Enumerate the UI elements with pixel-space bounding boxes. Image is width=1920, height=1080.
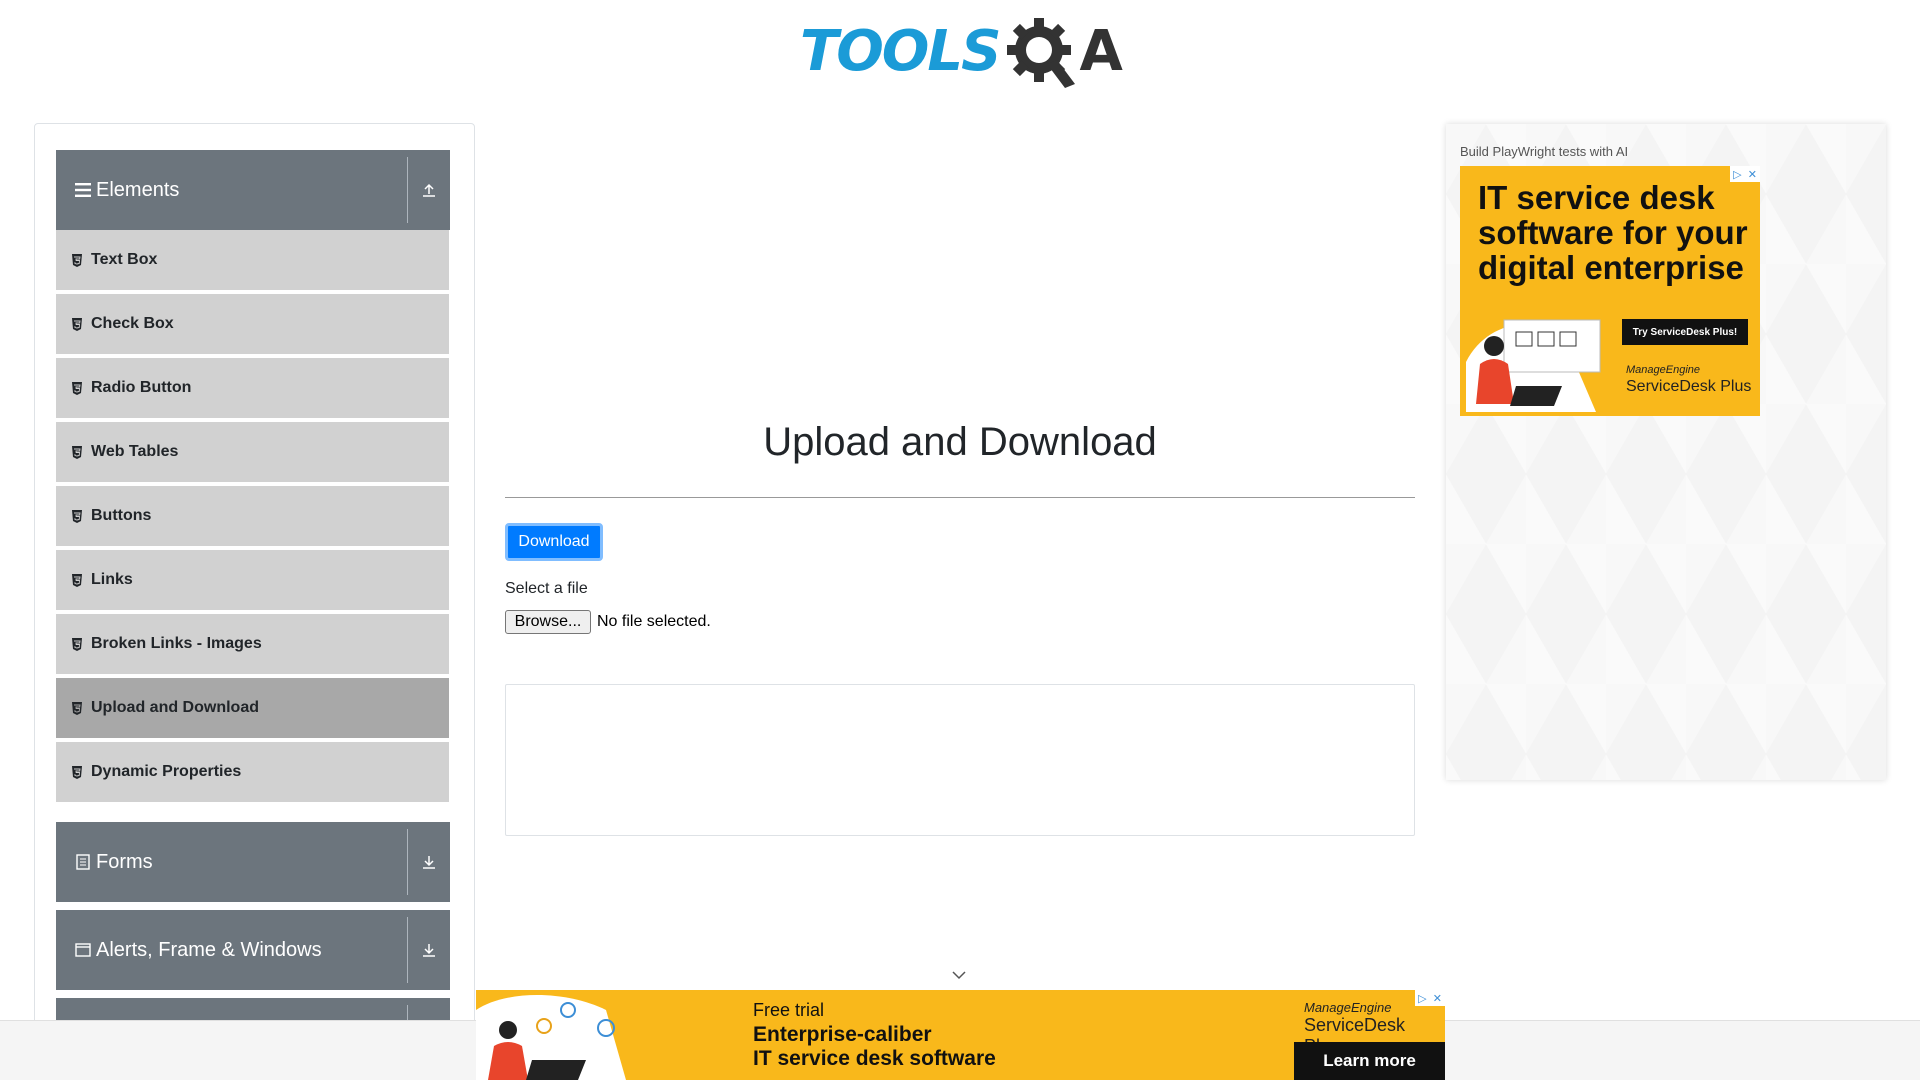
menu-item-label: Radio Button	[91, 379, 192, 396]
file-status-text: No file selected.	[597, 613, 711, 630]
ad-headline: IT service desk software for your digita…	[1478, 179, 1748, 286]
menu-item-label: Broken Links - Images	[91, 635, 262, 652]
logo-text-tools: TOOLS	[800, 19, 1001, 84]
menu-item-upload-download[interactable]: Upload and Download	[56, 678, 449, 740]
uploaded-path-box	[505, 684, 1415, 836]
html-icon	[71, 253, 85, 267]
close-icon[interactable]: ✕	[1748, 168, 1757, 181]
group-forms[interactable]: Forms	[56, 822, 450, 902]
html-icon	[71, 573, 85, 587]
group-elements-label: Elements	[96, 178, 180, 201]
browse-button[interactable]: Browse...	[505, 610, 591, 634]
chevron-down-icon[interactable]	[951, 968, 967, 986]
group-elements[interactable]: Elements	[56, 150, 450, 230]
expand-down-icon[interactable]	[408, 942, 450, 958]
ad-close-controls[interactable]: ▷ ✕	[1415, 990, 1445, 1006]
page-title: Upload and Download	[763, 420, 1157, 464]
page: TOOLS A Elements Text Box Check Box Radi…	[0, 0, 1920, 1080]
toolsqa-logo[interactable]: TOOLS A	[800, 14, 1123, 90]
ad-line-1: Enterprise-caliber	[753, 1023, 932, 1046]
menu-item-label: Upload and Download	[91, 699, 259, 716]
ad-close-controls[interactable]: ▷ ✕	[1730, 166, 1760, 182]
ad-caption[interactable]: Build PlayWright tests with AI	[1460, 144, 1628, 159]
html-icon	[71, 317, 85, 331]
ad-line-2: IT service desk software	[753, 1047, 996, 1070]
html-icon	[71, 637, 85, 651]
ad-illustration-person-laptop-icon	[476, 995, 626, 1080]
logo-gear-q: A	[1003, 14, 1123, 90]
ad-bottom-banner[interactable]: Free trial Enterprise-caliber IT service…	[476, 990, 1445, 1080]
html-icon	[71, 701, 85, 715]
close-icon[interactable]: ✕	[1433, 992, 1442, 1005]
html-icon	[71, 765, 85, 779]
header: TOOLS A	[0, 0, 1920, 100]
ad-free-trial: Free trial	[753, 1000, 825, 1020]
learn-more-button[interactable]: Learn more	[1294, 1042, 1445, 1080]
menu-item-label: Dynamic Properties	[91, 763, 242, 780]
menu-item-web-tables[interactable]: Web Tables	[56, 422, 449, 484]
logo-text-a: A	[1079, 19, 1123, 84]
ad-brand-small: ManageEngine	[1626, 364, 1701, 376]
group-alerts-label: Alerts, Frame & Windows	[96, 938, 322, 961]
gear-icon	[1007, 18, 1076, 88]
file-upload-field[interactable]: Browse... No file selected.	[505, 610, 711, 634]
title-divider	[505, 497, 1415, 498]
menu-item-label: Links	[91, 571, 133, 588]
window-icon	[74, 943, 92, 957]
select-file-label: Select a file	[505, 580, 588, 597]
menu-item-dynamic-properties[interactable]: Dynamic Properties	[56, 742, 449, 804]
ad-cta-button[interactable]: Try ServiceDesk Plus!	[1622, 319, 1748, 345]
menu-item-radio-button[interactable]: Radio Button	[56, 358, 449, 420]
ad-banner[interactable]: IT service desk software for your digita…	[1460, 166, 1760, 416]
download-button[interactable]: Download	[505, 523, 603, 561]
expand-down-icon[interactable]	[408, 854, 450, 870]
ad-illustration-person-laptop-icon	[1466, 319, 1601, 412]
menu-item-label: Buttons	[91, 507, 152, 524]
html-icon	[71, 445, 85, 459]
ad-choices-icon[interactable]: ▷	[1733, 168, 1741, 181]
html-icon	[71, 509, 85, 523]
collapse-up-icon[interactable]	[408, 182, 450, 198]
ad-choices-icon[interactable]: ▷	[1418, 992, 1426, 1005]
ad-brand-large: ServiceDesk Plus	[1626, 378, 1752, 395]
menu-item-label: Web Tables	[91, 443, 179, 460]
menu-item-text-box[interactable]: Text Box	[56, 230, 449, 292]
menu-item-broken-links[interactable]: Broken Links - Images	[56, 614, 449, 676]
ad-brand-small: ManageEngine	[1304, 1000, 1392, 1015]
menu-item-buttons[interactable]: Buttons	[56, 486, 449, 548]
menu-item-links[interactable]: Links	[56, 550, 449, 612]
menu-item-check-box[interactable]: Check Box	[56, 294, 449, 356]
html-icon	[71, 381, 85, 395]
form-icon	[74, 854, 92, 870]
menu-item-label: Text Box	[91, 251, 158, 268]
group-alerts[interactable]: Alerts, Frame & Windows	[56, 910, 450, 990]
sidebar: Elements Text Box Check Box Radio Button…	[34, 123, 475, 1080]
group-forms-label: Forms	[96, 850, 153, 873]
menu-item-label: Check Box	[91, 315, 174, 332]
ad-right-panel: Build PlayWright tests with AI IT servic…	[1446, 124, 1886, 780]
hamburger-icon	[74, 183, 92, 197]
